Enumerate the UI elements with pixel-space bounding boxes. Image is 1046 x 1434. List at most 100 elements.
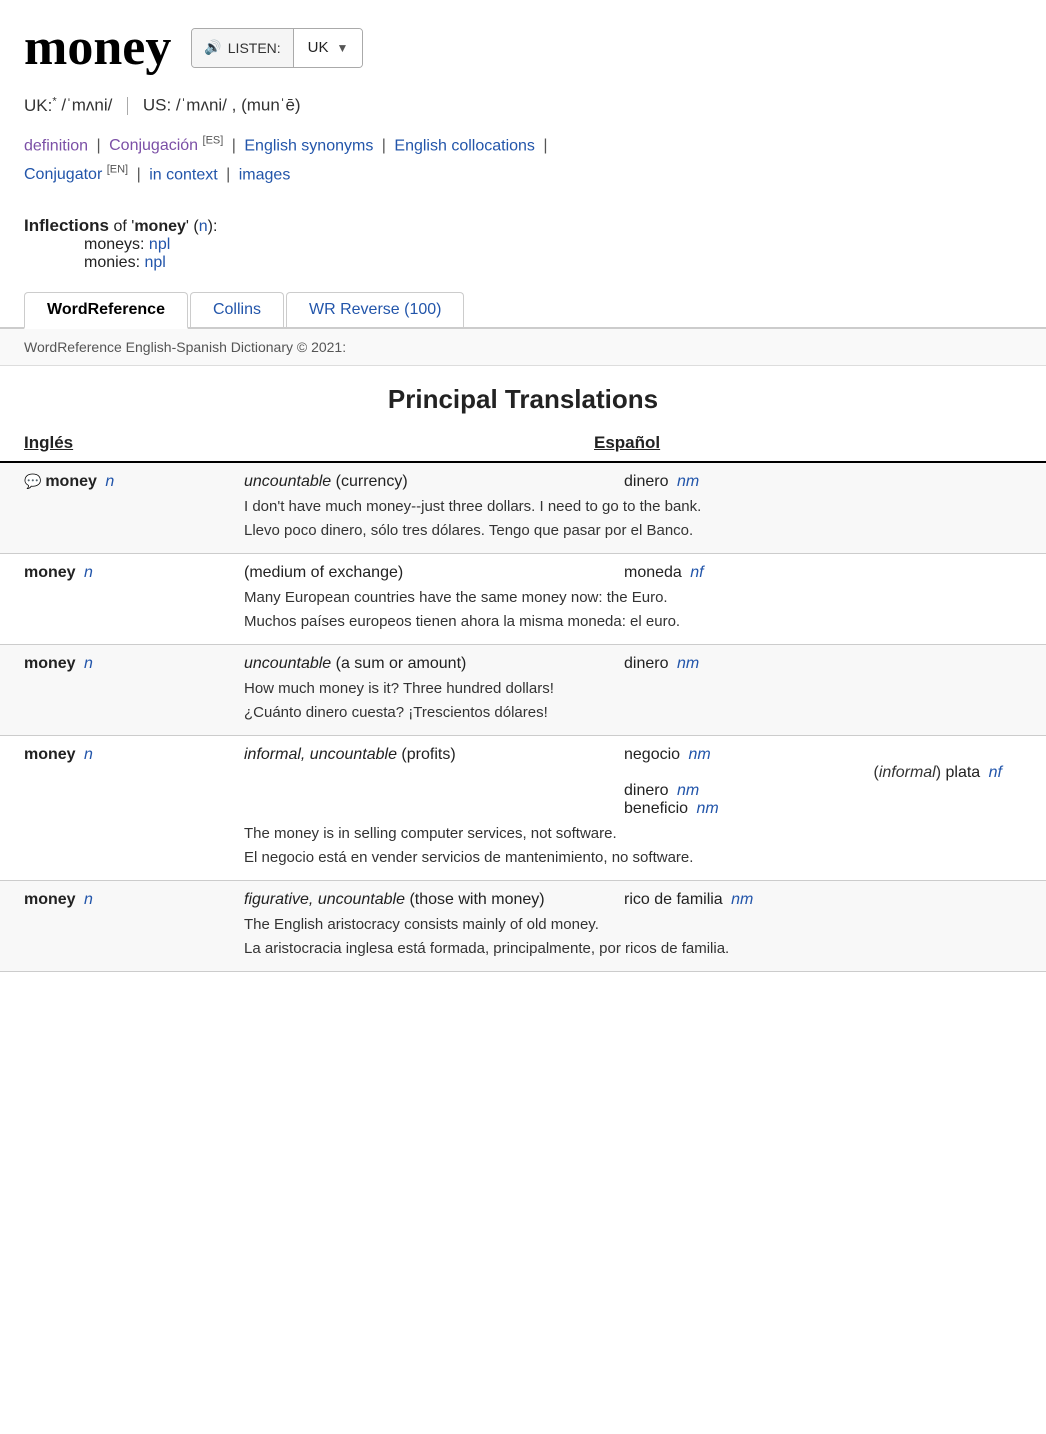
dict-row: money ninformal, uncountable (profits)ne… [0, 736, 1046, 881]
row-examples: I don't have much money--just three doll… [24, 495, 1022, 543]
link-conjugacion[interactable]: Conjugación [ES] [109, 137, 223, 154]
es-word: dinero [624, 473, 668, 490]
es-tag[interactable]: nm [731, 891, 753, 908]
def-descriptor: informal, uncountable [244, 746, 397, 763]
sep6: | [226, 166, 230, 183]
us-label: US: [143, 96, 171, 115]
inflection-npl-link-1[interactable]: npl [149, 236, 170, 253]
listen-right[interactable]: UK ▼ [294, 29, 363, 67]
example-es: Llevo poco dinero, sólo tres dólares. Te… [244, 519, 1022, 543]
row-es: dinero nm [624, 473, 1022, 491]
dict-row: money nuncountable (a sum or amount)dine… [0, 645, 1046, 736]
pron-divider [127, 97, 128, 115]
inflection-form-1: moneys: [84, 236, 149, 253]
example-en: How much money is it? Three hundred doll… [244, 677, 1022, 701]
entry-word: money [24, 564, 76, 581]
inflections-of-text: of ' [113, 218, 134, 235]
inflections-title: Inflections [24, 216, 109, 235]
tab-collins[interactable]: Collins [190, 292, 284, 327]
example-en: I don't have much money--just three doll… [244, 495, 1022, 519]
entry-pos: n [84, 891, 93, 908]
es-prefix: (informal) [873, 764, 945, 781]
row-top: money nfigurative, uncountable (those wi… [24, 891, 1022, 909]
example-es: ¿Cuánto dinero cuesta? ¡Trescientos dóla… [244, 701, 1022, 725]
example-en: The money is in selling computer service… [244, 822, 1022, 846]
es-tag[interactable]: nm [677, 782, 699, 799]
inflections-paren-close: ): [208, 218, 218, 235]
es-translation-item: beneficio nm [624, 800, 1022, 818]
row-definition: figurative, uncountable (those with mone… [244, 891, 624, 909]
speaker-icon: 🔊 [204, 39, 221, 56]
asterisk: * [52, 95, 56, 107]
section-title: Principal Translations [0, 366, 1046, 425]
example-es: La aristocracia inglesa está formada, pr… [244, 937, 1022, 961]
tab-wordreference[interactable]: WordReference [24, 292, 188, 329]
word-title: money [24, 18, 171, 77]
pronunciation-area: UK:* /ˈmʌni/ US: /ˈmʌni/ , (munˈē) [0, 87, 1046, 128]
row-es: negocio nm(informal) plata nfdinero nmbe… [624, 746, 1022, 818]
entry-word: money [24, 655, 76, 672]
es-word: moneda [624, 564, 682, 581]
entry-word: money [45, 473, 97, 490]
es-tag[interactable]: nf [690, 564, 703, 581]
entry-pos: n [105, 473, 114, 490]
es-translation-item: dinero nm [624, 782, 1022, 800]
es-word: negocio [624, 746, 680, 763]
inflections-area: Inflections of 'money' (n): moneys: npl … [0, 202, 1046, 282]
en-badge: [EN] [107, 164, 128, 176]
dict-row: money nfigurative, uncountable (those wi… [0, 881, 1046, 972]
row-examples: How much money is it? Three hundred doll… [24, 677, 1022, 725]
row-top: money n (medium of exchange)moneda nf [24, 564, 1022, 582]
es-word: plata [946, 764, 981, 781]
inflections-pos-link[interactable]: n [199, 218, 208, 235]
inflection-npl-link-2[interactable]: npl [144, 254, 165, 271]
listen-button[interactable]: 🔊 LISTEN: UK ▼ [191, 28, 363, 68]
entry-pos: n [84, 564, 93, 581]
def-descriptor: uncountable [244, 655, 331, 672]
es-tag[interactable]: nf [989, 764, 1002, 781]
col-espanol-label: Español [244, 433, 1022, 453]
entry-pos: n [84, 746, 93, 763]
row-definition: (medium of exchange) [244, 564, 624, 582]
es-tag[interactable]: nm [689, 746, 711, 763]
col-headers: Inglés Español [0, 425, 1046, 463]
row-examples: The money is in selling computer service… [24, 822, 1022, 870]
row-es: rico de familia nm [624, 891, 1022, 909]
col-ingles-label: Inglés [24, 433, 244, 453]
row-en-word: 💬 money n [24, 473, 244, 491]
row-examples: Many European countries have the same mo… [24, 586, 1022, 634]
sep1: | [97, 137, 101, 154]
row-definition: uncountable (a sum or amount) [244, 655, 624, 673]
es-tag[interactable]: nm [677, 655, 699, 672]
link-english-synonyms[interactable]: English synonyms [244, 137, 373, 154]
example-es: Muchos países europeos tienen ahora la m… [244, 610, 1022, 634]
example-es: El negocio está en vender servicios de m… [244, 846, 1022, 870]
row-definition: uncountable (currency) [244, 473, 624, 491]
row-top: 💬 money nuncountable (currency)dinero nm [24, 473, 1022, 491]
link-english-collocations[interactable]: English collocations [394, 137, 535, 154]
es-word: rico de familia [624, 891, 723, 908]
inflections-word: money [134, 218, 186, 235]
link-in-context[interactable]: in context [149, 166, 217, 183]
sep4: | [543, 137, 547, 154]
listen-left[interactable]: 🔊 LISTEN: [192, 29, 293, 67]
tab-wr-reverse[interactable]: WR Reverse (100) [286, 292, 464, 327]
row-es: moneda nf [624, 564, 1022, 582]
es-tag[interactable]: nm [697, 800, 719, 817]
row-en-word: money n [24, 891, 244, 909]
entries-container: 💬 money nuncountable (currency)dinero nm… [0, 463, 1046, 972]
row-examples: The English aristocracy consists mainly … [24, 913, 1022, 961]
row-definition: informal, uncountable (profits) [244, 746, 624, 764]
link-images[interactable]: images [239, 166, 291, 183]
uk-label: UK:* [24, 96, 57, 115]
entry-pos: n [84, 655, 93, 672]
es-word: dinero [624, 782, 668, 799]
uk-ipa: /ˈmʌni/ [61, 96, 112, 115]
es-badge: [ES] [203, 135, 224, 147]
inflection-row-1: moneys: npl [84, 236, 1022, 254]
us-ipa: /ˈmʌni/ , (munˈē) [176, 96, 301, 115]
link-conjugator[interactable]: Conjugator [EN] [24, 166, 128, 183]
tabs-area: WordReference Collins WR Reverse (100) [0, 282, 1046, 329]
link-definition[interactable]: definition [24, 137, 88, 154]
es-tag[interactable]: nm [677, 473, 699, 490]
